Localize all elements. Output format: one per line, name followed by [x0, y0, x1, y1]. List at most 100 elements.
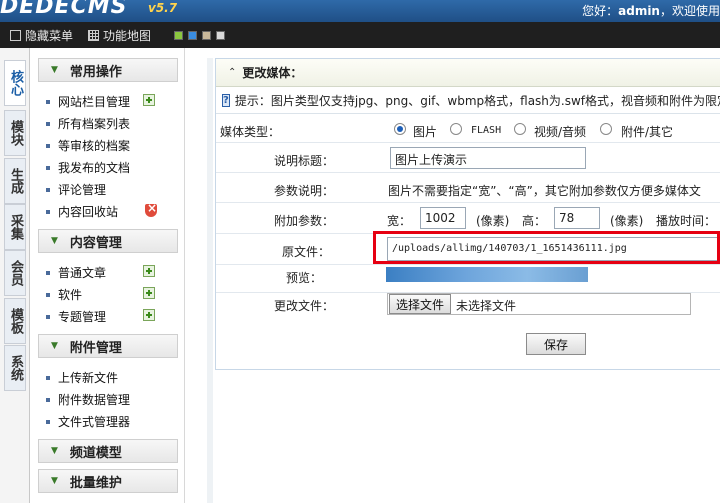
- menu-item-label: 附件数据管理: [58, 393, 131, 407]
- menu-item-pending-archives[interactable]: 等审核的档案: [46, 137, 130, 154]
- main-scroll-gutter: [207, 58, 213, 503]
- clear-recycle-icon[interactable]: [145, 201, 157, 217]
- section-channel-models[interactable]: ▼ 频道模型: [38, 439, 178, 463]
- version-label: v5.7: [148, 1, 178, 15]
- radio-video-audio[interactable]: [514, 123, 526, 135]
- panel-icon: [10, 30, 21, 41]
- double-chevron-up-icon: ⌃: [228, 67, 237, 78]
- menu-item-comments[interactable]: 评论管理: [46, 181, 106, 198]
- menu-item-label: 普通文章: [58, 266, 107, 280]
- section-batch-maintenance[interactable]: ▼ 批量维护: [38, 469, 178, 493]
- chevron-down-icon: ▼: [51, 446, 58, 456]
- tab-members[interactable]: 会员: [4, 250, 26, 296]
- hide-menu-label: 隐藏菜单: [25, 29, 74, 43]
- menu-item-label: 内容回收站: [58, 205, 119, 219]
- menu-item-articles[interactable]: 普通文章: [46, 264, 106, 281]
- tip-row: ? 提示：图片类型仅支持jpg、png、gif、wbmp格式，flash为.sw…: [216, 88, 720, 114]
- tab-collect[interactable]: 采集: [4, 204, 26, 250]
- chevron-down-icon: ▼: [51, 341, 58, 351]
- skin-tan-swatch[interactable]: [202, 31, 211, 40]
- tab-core[interactable]: 核心: [4, 60, 26, 106]
- logo: DEDECMS: [0, 0, 128, 19]
- section-title: 频道模型: [69, 445, 122, 461]
- radio-video-audio-label: 视频/音频: [534, 125, 587, 139]
- add-topic-icon[interactable]: [143, 309, 155, 321]
- original-file-label: 原文件：: [282, 245, 331, 259]
- extra-params-row: 附加参数： 宽： 1002 (像素) 高： 78 (像素) 播放时间：: [216, 204, 720, 234]
- toolbar: 隐藏菜单 功能地图: [0, 22, 720, 48]
- play-time-label: 播放时间：: [656, 214, 717, 228]
- red-highlight-box: [373, 231, 720, 264]
- menu-item-label: 等审核的档案: [58, 139, 131, 153]
- menu-item-label: 所有档案列表: [58, 117, 131, 131]
- tip-text: 提示：图片类型仅支持jpg、png、gif、wbmp格式，flash为.swf格…: [234, 94, 720, 108]
- menu-item-label: 我发布的文档: [58, 161, 131, 175]
- tab-members-label: 会员: [8, 260, 23, 286]
- bullet-icon: [46, 270, 50, 275]
- menu-item-file-manager[interactable]: 文件式管理器: [46, 413, 130, 430]
- tab-system[interactable]: 系统: [4, 345, 26, 391]
- menu-item-upload-file[interactable]: 上传新文件: [46, 369, 118, 386]
- tab-templates[interactable]: 模板: [4, 298, 26, 344]
- skin-blue-swatch[interactable]: [188, 31, 197, 40]
- function-map-button[interactable]: 功能地图: [88, 27, 151, 44]
- save-button[interactable]: 保存: [526, 333, 586, 355]
- choose-file-button[interactable]: 选择文件: [389, 294, 451, 314]
- description-title-row: 说明标题： 图片上传演示: [216, 144, 720, 173]
- add-software-icon[interactable]: [143, 287, 155, 299]
- form-title-bar: ⌃ 更改媒体：: [216, 59, 720, 87]
- tab-modules-label: 模块: [8, 120, 23, 146]
- menu-item-software[interactable]: 软件: [46, 286, 82, 303]
- menu-item-all-archives[interactable]: 所有档案列表: [46, 115, 130, 132]
- section-attachments[interactable]: ▼ 附件管理: [38, 334, 178, 358]
- bullet-icon: [46, 99, 50, 104]
- section-title: 内容管理: [69, 235, 122, 251]
- hide-menu-button[interactable]: 隐藏菜单: [10, 27, 73, 44]
- menu-item-topics[interactable]: 专题管理: [46, 308, 106, 325]
- description-title-label: 说明标题：: [274, 154, 335, 168]
- skin-gray-swatch[interactable]: [216, 31, 225, 40]
- sidebar: ▼ 常用操作 网站栏目管理 所有档案列表 等审核的档案 我发布的文档 评论管理 内…: [30, 48, 185, 503]
- menu-item-recycle-bin[interactable]: 内容回收站: [46, 203, 118, 220]
- chevron-down-icon: ▼: [51, 65, 58, 75]
- menu-item-my-documents[interactable]: 我发布的文档: [46, 159, 130, 176]
- width-label: 宽：: [387, 214, 412, 228]
- bullet-icon: [46, 314, 50, 319]
- radio-attachment-label: 附件/其它: [621, 125, 674, 139]
- preview-image: [386, 267, 588, 282]
- bullet-icon: [46, 397, 50, 402]
- skin-green-swatch[interactable]: [174, 31, 183, 40]
- tab-generate[interactable]: 生成: [4, 158, 26, 204]
- change-file-label: 更改文件：: [274, 299, 335, 313]
- menu-item-site-columns[interactable]: 网站栏目管理: [46, 93, 130, 110]
- left-tab-bar: 核心 模块 生成 采集 会员 模板 系统: [0, 48, 30, 503]
- radio-attachment[interactable]: [600, 123, 612, 135]
- height-input[interactable]: 78: [554, 207, 600, 229]
- change-file-row: 更改文件： 选择文件 未选择文件: [216, 293, 720, 318]
- radio-image[interactable]: [394, 123, 406, 135]
- height-unit: (像素): [610, 214, 644, 228]
- menu-item-attachment-data[interactable]: 附件数据管理: [46, 391, 130, 408]
- menu-item-label: 文件式管理器: [58, 415, 131, 429]
- param-description-label: 参数说明：: [274, 184, 335, 198]
- add-article-icon[interactable]: [143, 265, 155, 277]
- preview-label: 预览：: [286, 271, 323, 285]
- form-title: 更改媒体：: [242, 66, 303, 80]
- greeting-suffix: ，欢迎使用: [659, 4, 720, 18]
- tab-templates-label: 模板: [8, 308, 23, 334]
- param-description-row: 参数说明： 图片不需要指定“宽”、“高”，其它附加参数仅方便多媒体文: [216, 174, 720, 203]
- section-title: 附件管理: [69, 340, 122, 356]
- section-common-ops[interactable]: ▼ 常用操作: [38, 58, 178, 82]
- function-map-label: 功能地图: [103, 29, 152, 43]
- bullet-icon: [46, 419, 50, 424]
- section-content-management[interactable]: ▼ 内容管理: [38, 229, 178, 253]
- tab-collect-label: 采集: [8, 214, 23, 240]
- add-column-icon[interactable]: [143, 94, 155, 106]
- width-input[interactable]: 1002: [420, 207, 466, 229]
- tab-modules[interactable]: 模块: [4, 110, 26, 156]
- username[interactable]: admin: [618, 4, 660, 18]
- menu-item-label: 网站栏目管理: [58, 95, 131, 109]
- description-title-input[interactable]: 图片上传演示: [390, 147, 586, 169]
- radio-flash[interactable]: [450, 123, 462, 135]
- bullet-icon: [46, 375, 50, 380]
